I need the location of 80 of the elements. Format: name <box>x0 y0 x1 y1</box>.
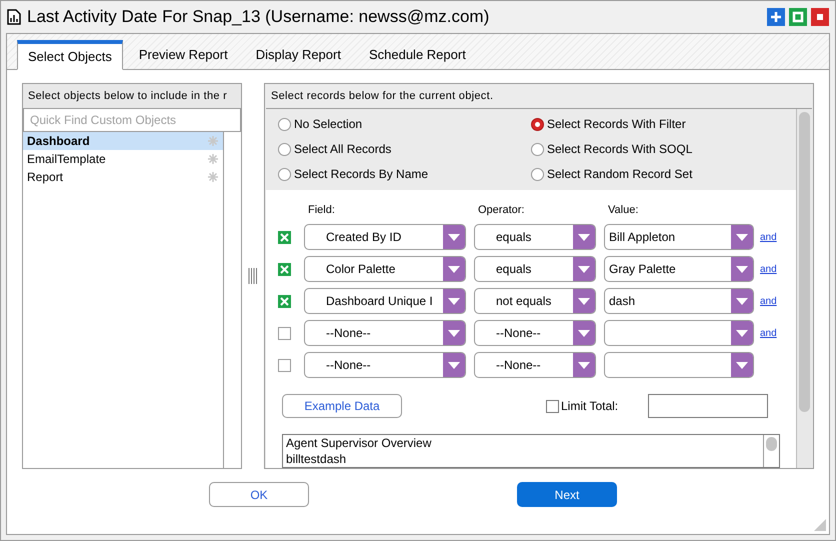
maximize-icon[interactable] <box>767 8 785 26</box>
resize-grip-icon[interactable] <box>814 519 826 531</box>
report-icon <box>7 9 21 25</box>
caret-icon <box>736 298 748 304</box>
caret-icon <box>736 330 748 336</box>
dropdown[interactable]: --None-- <box>474 320 596 346</box>
dropdown[interactable] <box>604 352 754 378</box>
list-item[interactable]: Dashboard <box>23 132 223 150</box>
item-label: Report <box>27 169 64 186</box>
limit-total-checkbox[interactable]: Limit Total: <box>546 397 618 415</box>
and-link[interactable]: and <box>754 326 784 340</box>
caret-icon <box>578 298 590 304</box>
caret-icon <box>736 234 748 240</box>
example-data-button[interactable]: Example Data <box>282 394 402 418</box>
asterisk-icon <box>207 153 219 165</box>
splitter-handle-icon[interactable] <box>248 268 258 284</box>
search-field[interactable]: Quick Find Custom Objects <box>23 108 241 132</box>
caret-icon <box>736 362 748 368</box>
dropdown[interactable]: --None-- <box>474 352 596 378</box>
and-link[interactable]: and <box>754 262 784 276</box>
close-icon[interactable] <box>811 8 829 26</box>
radio-option[interactable]: Select Records With SOQL <box>531 140 784 158</box>
radio-option[interactable]: Select All Records <box>278 140 531 158</box>
dropdown[interactable]: Created By ID <box>304 224 466 250</box>
dropdown[interactable]: dash <box>604 288 754 314</box>
scrollbar[interactable] <box>796 109 812 468</box>
caret-icon <box>448 266 460 272</box>
tab[interactable]: Preview Report <box>126 41 240 69</box>
ok-button[interactable]: OK <box>209 482 309 507</box>
radio-option[interactable]: No Selection <box>278 115 531 134</box>
caret-icon <box>448 362 460 368</box>
caret-icon <box>448 298 460 304</box>
radio-option[interactable]: Select Records By Name <box>278 165 531 184</box>
radio-option[interactable]: Select Records With Filter <box>531 115 784 134</box>
dropdown[interactable]: not equals <box>474 288 596 314</box>
dropdown[interactable]: Dashboard Unique I <box>304 288 466 314</box>
checkbox[interactable] <box>278 294 291 308</box>
restore-icon[interactable] <box>789 8 807 26</box>
radio-option[interactable]: Select Random Record Set <box>531 165 784 184</box>
tab[interactable]: Display Report <box>244 41 353 69</box>
tab[interactable]: Schedule Report <box>356 41 478 69</box>
caret-icon <box>578 234 590 240</box>
item-label: Dashboard <box>27 133 91 150</box>
checkbox[interactable] <box>278 358 291 372</box>
and-link[interactable]: and <box>754 294 784 308</box>
dropdown[interactable]: Color Palette <box>304 256 466 282</box>
checkbox[interactable] <box>278 262 291 276</box>
dropdown[interactable]: Bill Appleton <box>604 224 754 250</box>
caret-icon <box>578 362 590 368</box>
asterisk-icon <box>207 171 219 183</box>
dropdown[interactable]: equals <box>474 224 596 250</box>
caret-icon <box>578 266 590 272</box>
next-button[interactable]: Next <box>517 482 617 507</box>
dropdown[interactable]: --None-- <box>304 320 466 346</box>
caret-icon <box>578 330 590 336</box>
checkbox[interactable] <box>278 326 291 340</box>
column-header: Field: <box>307 202 336 218</box>
and-link[interactable]: and <box>754 230 784 244</box>
caret-icon <box>448 330 460 336</box>
list-item[interactable]: EmailTemplate <box>23 150 223 168</box>
dropdown[interactable] <box>604 320 754 346</box>
tab[interactable]: Select Objects <box>17 40 123 70</box>
scrollbar[interactable] <box>763 435 779 467</box>
dropdown[interactable]: equals <box>474 256 596 282</box>
caret-icon <box>448 234 460 240</box>
checkbox[interactable] <box>278 230 291 244</box>
item-label: EmailTemplate <box>27 151 107 168</box>
dropdown[interactable]: Gray Palette <box>604 256 754 282</box>
list-item[interactable]: Report <box>23 168 223 186</box>
asterisk-icon <box>207 135 219 147</box>
limit-total-field[interactable] <box>648 394 768 418</box>
panel-header: Select records below for the current object. <box>270 88 494 104</box>
result-item[interactable]: Agent Supervisor Overview <box>286 435 760 451</box>
dropdown[interactable]: --None-- <box>304 352 466 378</box>
window-title: Last Activity Date For Snap_13 (Username: newss@mz.com) <box>27 6 490 28</box>
column-header: Operator: <box>477 202 526 218</box>
result-item[interactable]: billtestdash <box>286 451 760 467</box>
caret-icon <box>736 266 748 272</box>
panel-header: Select objects below to include in the r <box>23 84 241 108</box>
column-header: Value: <box>607 202 640 218</box>
